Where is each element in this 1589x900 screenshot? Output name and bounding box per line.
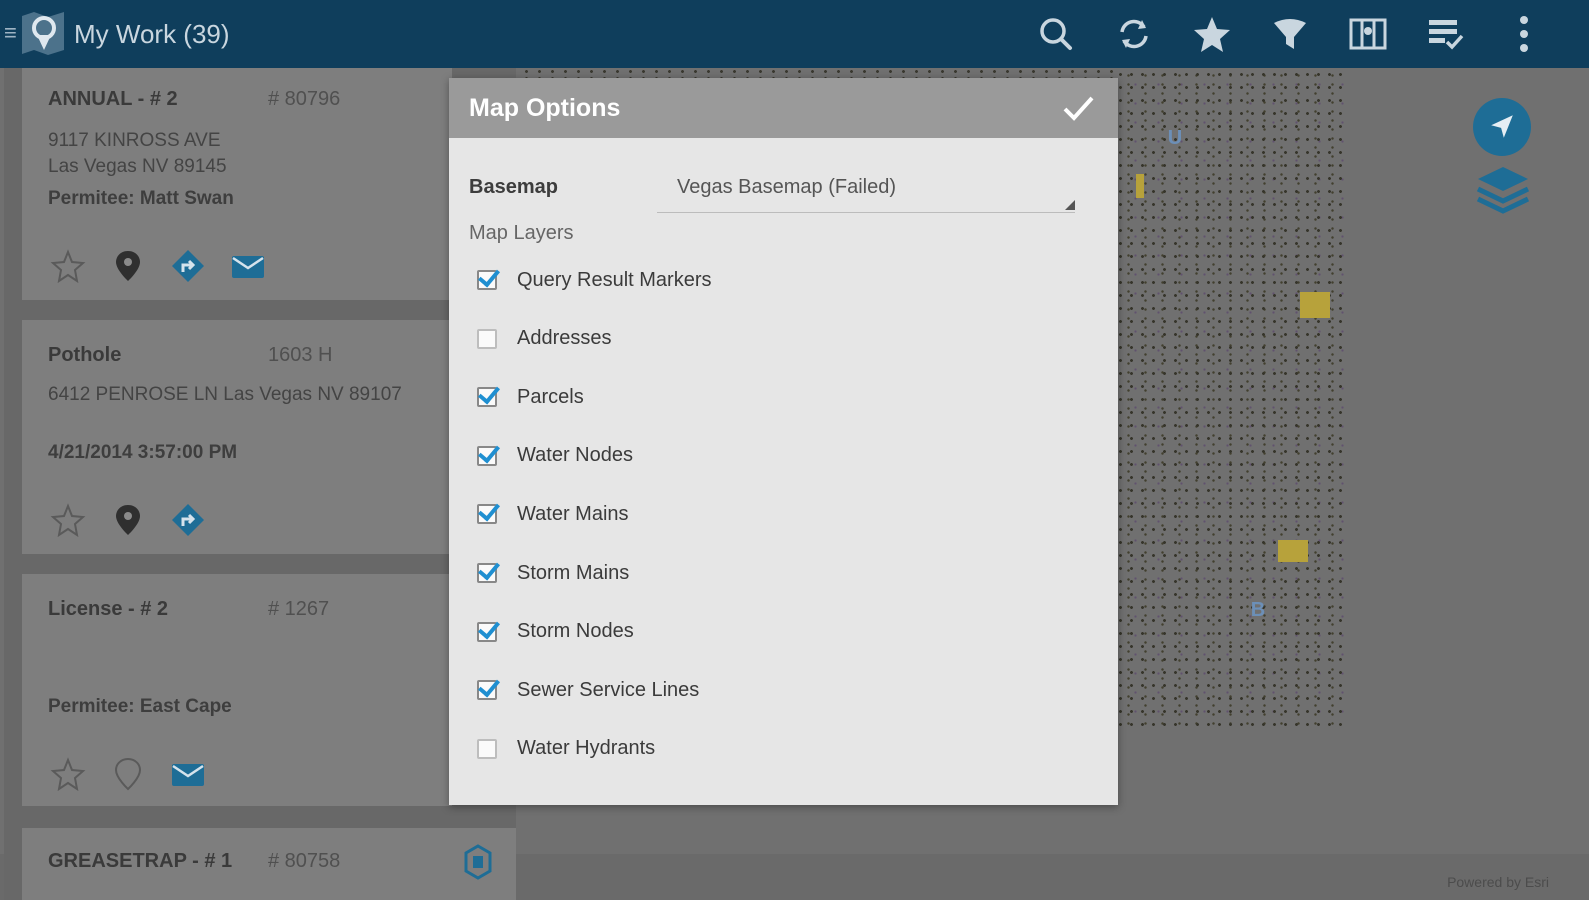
layer-row[interactable]: Water Mains bbox=[477, 496, 629, 532]
favorite-star-icon[interactable] bbox=[48, 246, 88, 286]
layer-row[interactable]: Water Nodes bbox=[477, 438, 633, 474]
layer-row[interactable]: Sewer Service Lines bbox=[477, 672, 699, 708]
work-item-address: 9117 KINROSS AVE bbox=[48, 130, 221, 151]
layer-checkbox-checked[interactable] bbox=[477, 621, 497, 642]
work-item-date: 4/21/2014 3:57:00 PM bbox=[48, 442, 238, 463]
navigation-arrow-icon bbox=[1491, 115, 1513, 138]
dialog-title: Map Options bbox=[469, 94, 621, 122]
layer-label: Storm Nodes bbox=[517, 620, 634, 643]
star-icon[interactable] bbox=[1190, 12, 1234, 56]
location-pin-icon[interactable] bbox=[108, 246, 148, 286]
work-item-title: GREASETRAP - # 1 bbox=[48, 850, 233, 872]
work-item-city: Las Vegas NV 89145 bbox=[48, 156, 227, 177]
map-marker-icon[interactable]: U bbox=[1160, 122, 1190, 156]
email-icon[interactable] bbox=[228, 246, 268, 286]
top-app-bar: ≡ My Work (39) bbox=[0, 0, 1589, 68]
app-logo-icon[interactable] bbox=[18, 8, 68, 58]
map-feature bbox=[1278, 540, 1308, 562]
layer-row[interactable]: Storm Nodes bbox=[477, 614, 634, 650]
layer-row[interactable]: Parcels bbox=[477, 379, 584, 415]
email-icon[interactable] bbox=[168, 754, 208, 794]
layer-checkbox-checked[interactable] bbox=[477, 504, 497, 525]
layer-label: Parcels bbox=[517, 385, 584, 408]
layer-checkbox-unchecked[interactable] bbox=[477, 328, 497, 349]
work-item-address: 6412 PENROSE LN Las Vegas NV 89107 bbox=[48, 384, 402, 405]
layer-label: Water Mains bbox=[517, 502, 629, 525]
map-marker-icon[interactable]: B bbox=[1243, 594, 1273, 628]
search-icon[interactable] bbox=[1034, 12, 1078, 56]
map-layers-heading: Map Layers bbox=[469, 222, 574, 244]
layer-label: Addresses bbox=[517, 327, 612, 350]
work-item-card[interactable]: GREASETRAP - # 1 # 80758 bbox=[22, 828, 516, 900]
basemap-selected-value: Vegas Basemap (Failed) bbox=[677, 176, 897, 198]
map-view-icon[interactable] bbox=[1346, 12, 1390, 56]
work-item-title: License - # 2 bbox=[48, 598, 169, 620]
work-item-number: # 1267 bbox=[268, 598, 330, 620]
work-item-permitee: Permitee: East Cape bbox=[48, 696, 232, 717]
task-list-icon[interactable] bbox=[1424, 12, 1468, 56]
asset-marker-icon[interactable] bbox=[462, 844, 494, 880]
work-item-title: ANNUAL - # 2 bbox=[48, 88, 178, 110]
dropdown-arrow-icon bbox=[1065, 200, 1075, 210]
basemap-dropdown[interactable]: Vegas Basemap (Failed) bbox=[657, 166, 1075, 213]
work-item-permitee: Permitee: Matt Swan bbox=[48, 188, 234, 209]
work-item-card[interactable]: ANNUAL - # 2 # 80796 9117 KINROSS AVE La… bbox=[22, 68, 452, 300]
layer-checkbox-checked[interactable] bbox=[477, 680, 497, 701]
menu-icon[interactable]: ≡ bbox=[4, 22, 17, 44]
layers-button[interactable] bbox=[1474, 163, 1532, 219]
layer-checkbox-unchecked[interactable] bbox=[477, 738, 497, 759]
location-pin-icon[interactable] bbox=[108, 500, 148, 540]
work-item-card[interactable]: License - # 2 # 1267 Permitee: East Cape bbox=[22, 574, 452, 806]
favorite-star-icon[interactable] bbox=[48, 500, 88, 540]
work-item-number: 1603 H bbox=[268, 344, 333, 366]
layer-label: Query Result Markers bbox=[517, 268, 712, 291]
directions-icon[interactable] bbox=[168, 246, 208, 286]
app-title: My Work (39) bbox=[74, 19, 230, 49]
more-icon[interactable] bbox=[1502, 12, 1546, 56]
work-item-number: # 80796 bbox=[268, 88, 341, 110]
layer-label: Storm Mains bbox=[517, 561, 630, 584]
location-pin-outline-icon[interactable] bbox=[108, 754, 148, 794]
dialog-header: Map Options bbox=[449, 78, 1118, 138]
layer-row[interactable]: Storm Mains bbox=[477, 555, 629, 591]
confirm-check-icon[interactable] bbox=[1058, 88, 1098, 128]
layer-checkbox-checked[interactable] bbox=[477, 445, 497, 466]
map-feature bbox=[1300, 292, 1330, 318]
work-item-number: # 80758 bbox=[268, 850, 341, 872]
layer-label: Water Nodes bbox=[517, 444, 633, 467]
layer-row[interactable]: Addresses bbox=[477, 321, 612, 357]
layer-row[interactable]: Query Result Markers bbox=[477, 262, 712, 298]
refresh-icon[interactable] bbox=[1112, 12, 1156, 56]
work-item-title: Pothole bbox=[48, 344, 122, 366]
work-item-card[interactable]: Pothole 1603 H 6412 PENROSE LN Las Vegas… bbox=[22, 320, 452, 554]
layer-checkbox-checked[interactable] bbox=[477, 563, 497, 583]
powered-by-text: Powered by Esri bbox=[1447, 874, 1549, 890]
favorite-star-icon[interactable] bbox=[48, 754, 88, 794]
map-options-dialog: Map Options Basemap Vegas Basemap (Faile… bbox=[449, 78, 1118, 805]
layer-checkbox-checked[interactable] bbox=[477, 270, 497, 290]
locate-button[interactable] bbox=[1473, 98, 1531, 156]
layer-label: Water Hydrants bbox=[517, 737, 656, 760]
map-feature bbox=[1136, 174, 1144, 198]
layer-label: Sewer Service Lines bbox=[517, 678, 700, 701]
filter-icon[interactable] bbox=[1268, 12, 1312, 56]
map-parcels bbox=[1115, 68, 1345, 728]
layer-row[interactable]: Water Hydrants bbox=[477, 731, 655, 767]
work-list-panel: ANNUAL - # 2 # 80796 9117 KINROSS AVE La… bbox=[4, 68, 516, 900]
directions-icon[interactable] bbox=[168, 500, 208, 540]
layers-icon bbox=[1476, 167, 1530, 214]
layer-checkbox-checked[interactable] bbox=[477, 387, 497, 408]
basemap-label: Basemap bbox=[469, 176, 558, 198]
